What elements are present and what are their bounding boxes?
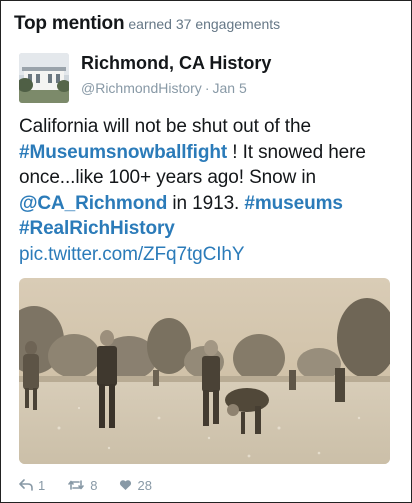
reply-arrow-icon	[19, 479, 33, 491]
snowball-fight-photo	[19, 278, 390, 464]
hashtag-link[interactable]: #museums	[244, 193, 343, 214]
hashtag-link[interactable]: #RealRichHistory	[19, 218, 175, 239]
retweet-button[interactable]: 8	[67, 478, 97, 493]
engagement-count: earned 37 engagements	[128, 16, 281, 32]
tweet-text: California will not be shut out of the #…	[19, 114, 399, 267]
avatar[interactable]	[19, 53, 69, 103]
heart-icon	[120, 480, 132, 490]
hashtag-link[interactable]: #Museumsnowballfight	[19, 142, 227, 163]
author-meta: @RichmondHistory · Jan 5	[81, 80, 247, 96]
top-mention-header: Top mention earned 37 engagements	[14, 13, 280, 35]
tweet-text-part: California will not be shut out of the	[19, 116, 311, 137]
mention-link[interactable]: @CA_Richmond	[19, 193, 167, 214]
retweet-icon	[68, 480, 85, 490]
tweet-text-part: in 1913.	[167, 192, 245, 214]
meta-separator: ·	[204, 80, 210, 96]
author-name[interactable]: Richmond, CA History	[81, 53, 271, 74]
media-link[interactable]: pic.twitter.com/ZFq7tgCIhY	[19, 244, 245, 265]
reply-count: 1	[38, 477, 46, 493]
reply-button[interactable]: 1	[19, 478, 45, 493]
author-handle[interactable]: @RichmondHistory	[81, 80, 202, 96]
like-count: 28	[137, 477, 152, 493]
retweet-count: 8	[90, 477, 98, 493]
tweet-photo[interactable]	[19, 278, 390, 464]
like-button[interactable]: 28	[119, 477, 152, 493]
tweet-date[interactable]: Jan 5	[212, 80, 246, 96]
top-mention-title: Top mention	[14, 13, 125, 34]
tweet-actions: 1 8 28	[19, 475, 174, 495]
tweet-card: Top mention earned 37 engagements Richmon…	[0, 0, 412, 503]
building-photo-icon	[19, 53, 69, 103]
